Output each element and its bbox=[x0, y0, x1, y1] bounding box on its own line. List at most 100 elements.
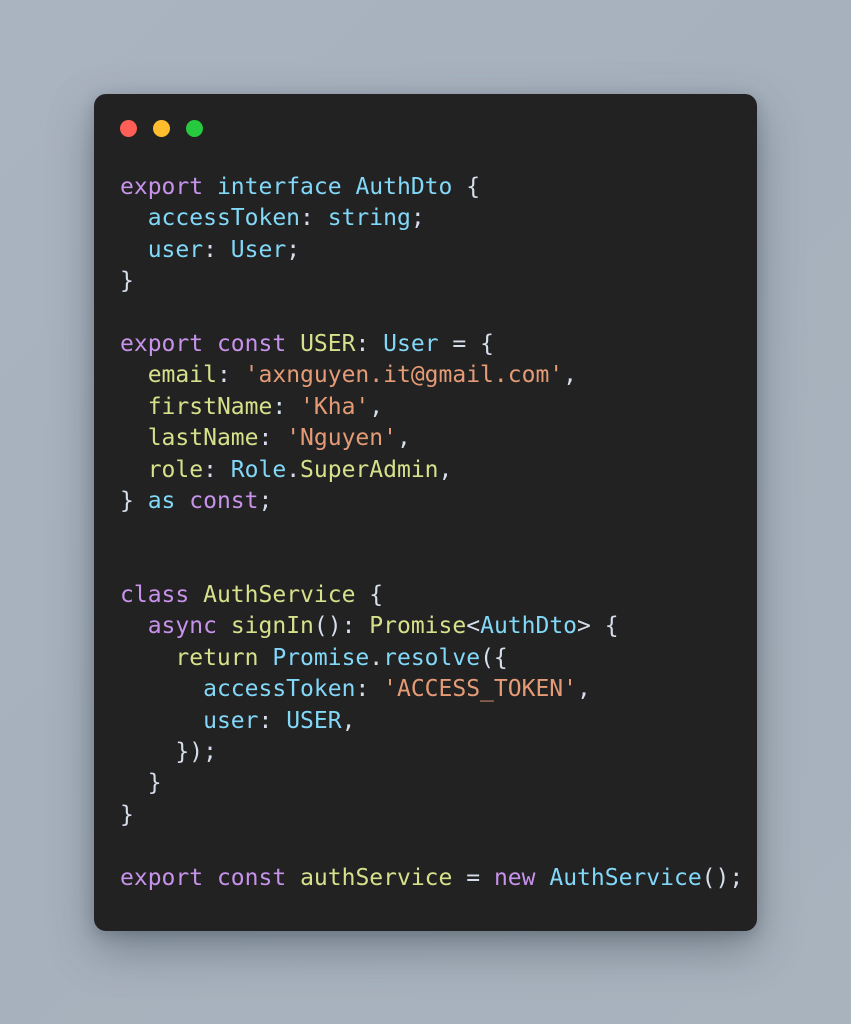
code-token: : bbox=[300, 205, 328, 232]
window-titlebar bbox=[120, 120, 203, 137]
code-token: const bbox=[216, 864, 287, 891]
code-token: : bbox=[216, 362, 245, 389]
code-token: USER bbox=[300, 330, 356, 357]
code-token: (): bbox=[313, 613, 370, 640]
code-token: ({ bbox=[480, 644, 508, 671]
code-token: , bbox=[438, 456, 453, 483]
code-token: AuthService bbox=[549, 864, 702, 891]
code-line: accessToken: string; bbox=[120, 203, 757, 234]
code-line: firstName: 'Kha', bbox=[120, 392, 757, 423]
code-token: < bbox=[466, 613, 481, 640]
code-token: = { bbox=[438, 330, 494, 357]
code-line: accessToken: 'ACCESS_TOKEN', bbox=[120, 674, 757, 705]
code-line: export const authService = new AuthServi… bbox=[120, 863, 757, 894]
code-token: accessToken bbox=[203, 676, 356, 703]
code-token: . bbox=[286, 456, 301, 483]
code-token: } bbox=[120, 487, 148, 514]
code-token: accessToken bbox=[147, 205, 301, 232]
code-token: : bbox=[258, 707, 287, 734]
code-token: , bbox=[369, 393, 384, 420]
code-line: export interface AuthDto { bbox=[120, 172, 757, 203]
code-token: ; bbox=[286, 236, 301, 263]
code-token: : bbox=[258, 425, 287, 452]
code-token: . bbox=[369, 644, 384, 671]
code-snippet-card: export interface AuthDto { accessToken: … bbox=[94, 94, 757, 931]
code-token: : bbox=[272, 393, 301, 420]
maximize-button[interactable] bbox=[186, 120, 203, 137]
code-token: : bbox=[355, 330, 384, 357]
code-line: return Promise.resolve({ bbox=[120, 643, 757, 674]
code-token: { bbox=[355, 582, 384, 609]
code-token: const bbox=[189, 487, 259, 514]
code-token: return bbox=[175, 644, 259, 671]
minimize-button[interactable] bbox=[153, 120, 170, 137]
code-token: interface bbox=[216, 174, 342, 200]
code-token: async bbox=[147, 613, 217, 640]
code-line: } bbox=[120, 800, 757, 831]
code-token: ; bbox=[410, 205, 425, 232]
code-token: 'ACCESS_TOKEN' bbox=[383, 676, 577, 703]
code-token: > { bbox=[577, 613, 619, 640]
screenshot-stage: export interface AuthDto { accessToken: … bbox=[0, 0, 851, 1024]
code-block[interactable]: export interface AuthDto { accessToken: … bbox=[120, 172, 757, 931]
code-token: : bbox=[355, 676, 384, 703]
code-token: firstName bbox=[147, 393, 273, 420]
code-token: = bbox=[452, 864, 494, 891]
code-line: user: USER, bbox=[120, 706, 757, 737]
code-token: } bbox=[120, 770, 162, 797]
code-token: Promise bbox=[369, 613, 467, 640]
code-token: User bbox=[383, 330, 439, 357]
code-token: export bbox=[120, 330, 204, 357]
code-token: , bbox=[563, 362, 578, 389]
code-token: new bbox=[493, 864, 536, 891]
code-token: } bbox=[120, 801, 134, 828]
code-token: user bbox=[147, 236, 204, 263]
code-token: User bbox=[230, 236, 287, 263]
code-line: class AuthService { bbox=[120, 580, 757, 611]
code-token: }); bbox=[120, 739, 217, 766]
code-token: AuthDto bbox=[480, 613, 578, 640]
code-token: lastName bbox=[147, 425, 259, 452]
code-token: , bbox=[396, 425, 411, 452]
code-token: } bbox=[120, 268, 134, 295]
code-token: const bbox=[216, 330, 287, 357]
code-token: AuthDto bbox=[355, 174, 453, 200]
close-button[interactable] bbox=[120, 120, 137, 137]
code-token: string bbox=[327, 205, 411, 232]
code-token: export bbox=[120, 864, 204, 891]
code-token: resolve bbox=[383, 644, 481, 671]
code-token: export bbox=[120, 174, 204, 200]
code-line: } bbox=[120, 768, 757, 799]
code-token: AuthService bbox=[203, 582, 356, 609]
code-line: }); bbox=[120, 737, 757, 768]
code-token: user bbox=[203, 707, 259, 734]
code-token: 'Kha' bbox=[300, 393, 370, 420]
code-line: } as const; bbox=[120, 486, 757, 517]
code-token: : bbox=[203, 236, 231, 263]
code-token: signIn bbox=[230, 613, 314, 640]
code-token: { bbox=[452, 174, 481, 200]
code-token: : bbox=[203, 456, 231, 483]
code-token: 'axnguyen.it@gmail.com' bbox=[244, 362, 564, 389]
code-token: , bbox=[341, 707, 356, 734]
code-line: lastName: 'Nguyen', bbox=[120, 423, 757, 454]
